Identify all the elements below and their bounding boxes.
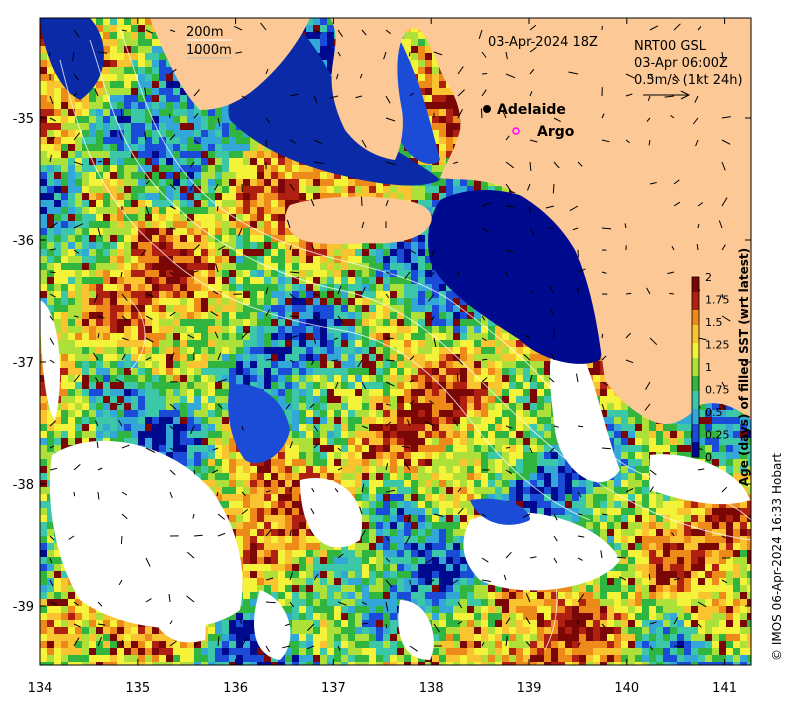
plot-area [40, 18, 754, 669]
credit-text: © IMOS 06-Apr-2024 16:33 Hobart [770, 453, 784, 661]
map-date-label: 03-Apr-2024 18Z [488, 35, 598, 50]
y-tick-label: -39 [13, 600, 34, 615]
x-tick-label: 138 [419, 681, 444, 696]
colorbar-ramp [692, 277, 699, 458]
colorbar-tick-label: 0.75 [705, 384, 730, 397]
colorbar-tick-label: 1.75 [705, 294, 730, 307]
colorbar-tick-label: 0.25 [705, 429, 730, 442]
colorbar-tick-label: 0 [705, 451, 712, 464]
y-tick-labels: -35 -36 -37 -38 -39 [13, 112, 34, 615]
current-legend-line: NRT00 GSL [634, 39, 707, 54]
y-tick-label: -35 [13, 112, 34, 127]
current-legend-line: 0.5m/s (1kt 24h) [634, 73, 743, 88]
x-tick-label: 140 [614, 681, 639, 696]
x-tick-label: 134 [28, 681, 53, 696]
y-tick-label: -38 [13, 478, 34, 493]
colorbar-tick-label: 1.5 [705, 316, 723, 329]
colorbar-tick-label: 1.25 [705, 339, 730, 352]
current-legend-line: 03-Apr 06:00Z [634, 56, 728, 71]
x-tick-label: 139 [517, 681, 542, 696]
x-tick-label: 137 [321, 681, 346, 696]
y-tick-label: -36 [13, 234, 34, 249]
x-tick-label: 141 [712, 681, 737, 696]
sst-age-map: 134 135 136 137 138 139 140 141 -35 -36 … [0, 0, 792, 700]
colorbar-tick-label: 2 [705, 271, 712, 284]
argo-label: Argo [537, 124, 575, 140]
adelaide-label: Adelaide [497, 102, 566, 118]
adelaide-marker-icon [483, 105, 491, 113]
colorbar-title: Age (days) of filled SST (wrt latest) [737, 248, 751, 486]
x-tick-label: 136 [223, 681, 248, 696]
x-tick-label: 135 [125, 681, 150, 696]
isobath-200m-label: 200m [186, 25, 223, 40]
isobath-1000m-label: 1000m [186, 43, 232, 58]
colorbar-tick-label: 0.5 [705, 406, 723, 419]
x-tick-labels: 134 135 136 137 138 139 140 141 [28, 681, 737, 696]
y-tick-label: -37 [13, 356, 34, 371]
colorbar-tick-label: 1 [705, 361, 712, 374]
